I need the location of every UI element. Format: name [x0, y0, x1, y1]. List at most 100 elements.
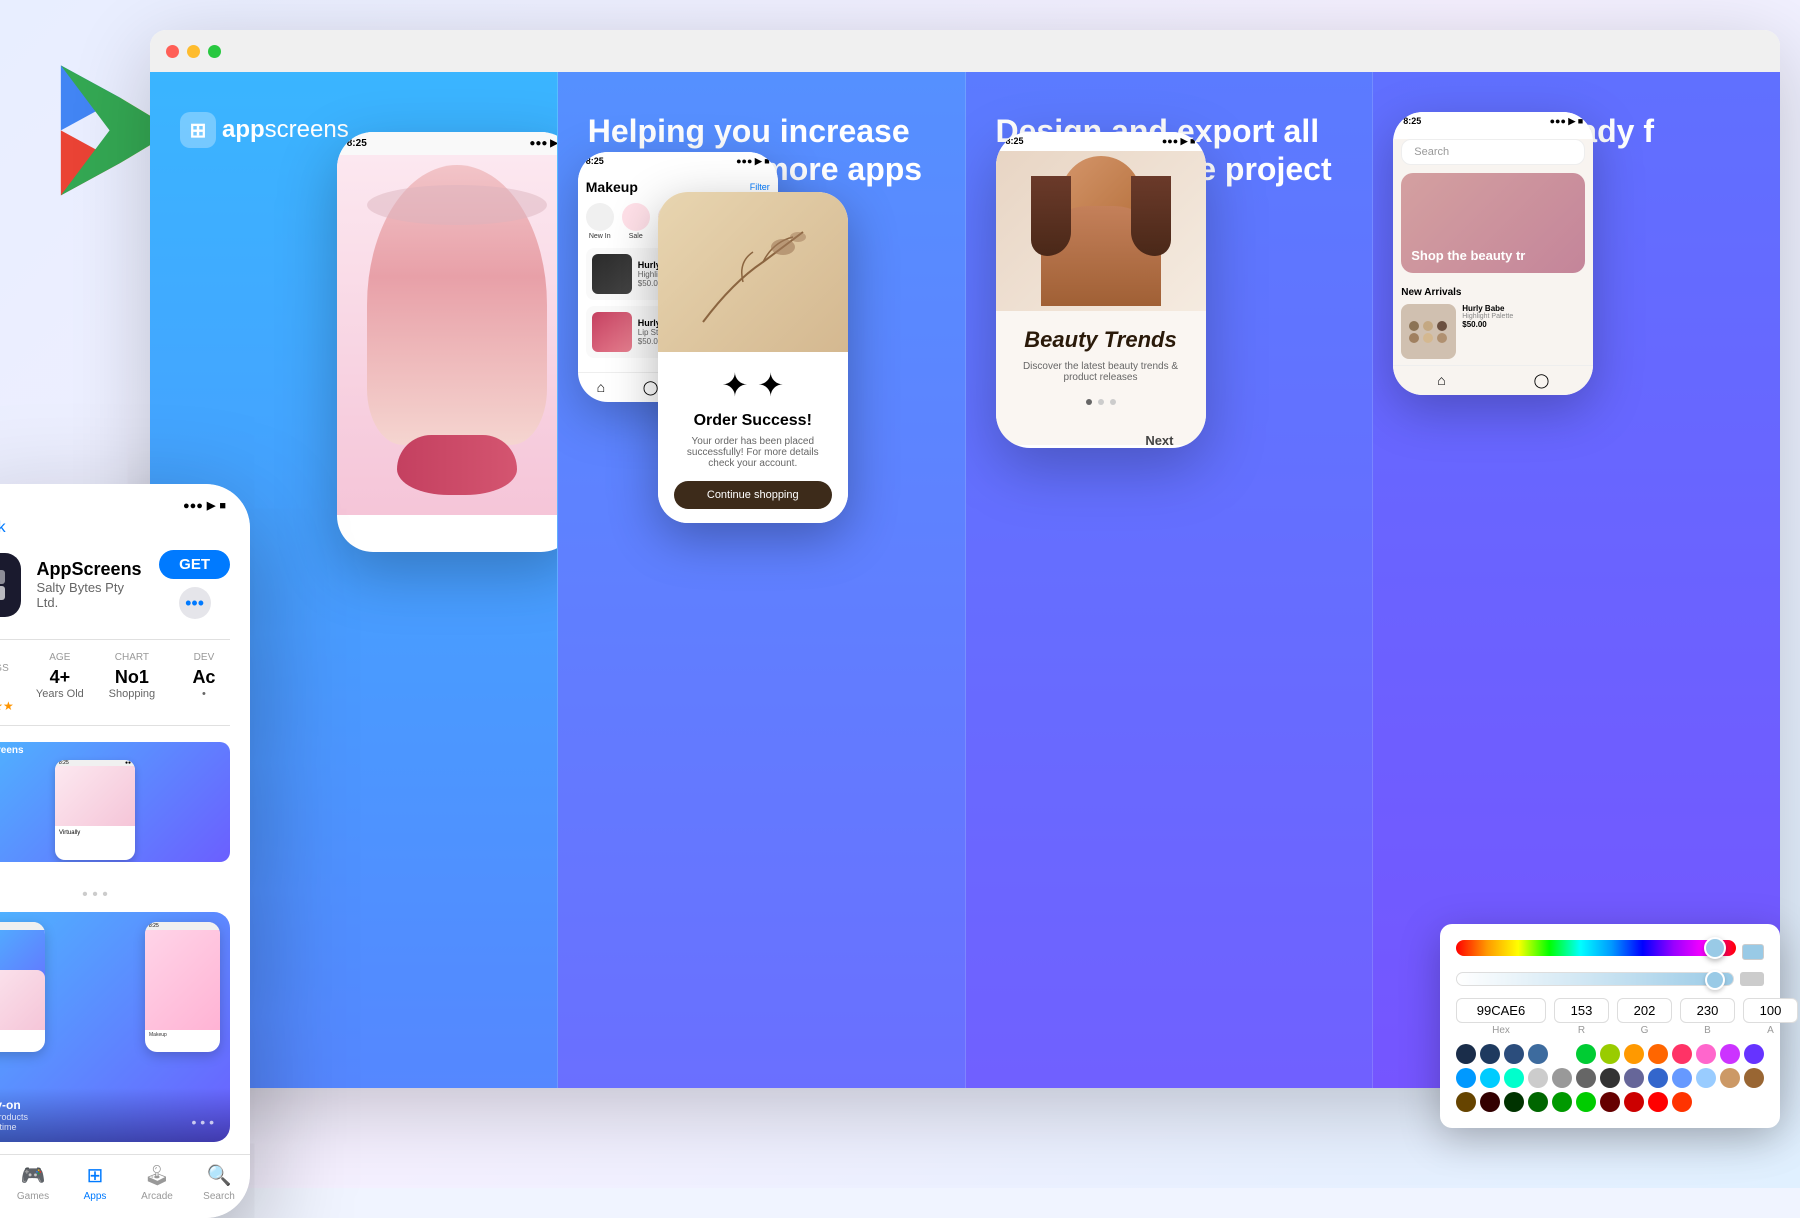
color-swatch-11[interactable] — [1720, 1044, 1740, 1064]
color-swatch-1[interactable] — [1480, 1044, 1500, 1064]
dev-item: DEV Ac • — [178, 652, 230, 713]
dot-2 — [1098, 399, 1104, 405]
g-input[interactable] — [1617, 998, 1672, 1023]
color-swatch-18[interactable] — [1576, 1068, 1596, 1088]
color-swatch-22[interactable] — [1672, 1068, 1692, 1088]
browser-minimize-dot[interactable] — [187, 45, 200, 58]
shop-phone-time: 8:25 — [1403, 116, 1421, 127]
tab-arcade[interactable]: 🕹 Arcade — [126, 1163, 188, 1202]
a-label: A — [1767, 1025, 1774, 1036]
virtually-tryon-section: 8:25 Virtually 8:25 Makeup y Try-on best… — [0, 912, 230, 1142]
chart-value: No1 — [106, 667, 158, 688]
iphone-appstore-mockup: 9:41 ●●● ▶ ■ ‹ Back — [0, 484, 250, 1218]
b-input[interactable] — [1680, 998, 1735, 1023]
success-icon: ✦ ✦ — [674, 366, 832, 404]
color-swatch-25[interactable] — [1744, 1068, 1764, 1088]
shop-product-name: Highlight Palette — [1462, 313, 1513, 320]
age-item: AGE 4+ Years Old — [34, 652, 86, 713]
browser-maximize-dot[interactable] — [208, 45, 221, 58]
r-input-group: R — [1554, 998, 1609, 1036]
g-label: G — [1641, 1025, 1649, 1036]
shop-hero-text: Shop the beauty tr — [1411, 248, 1525, 263]
screenshot-1: appscreens 8:25●● Virtually — [0, 742, 230, 862]
a-input[interactable] — [1743, 998, 1798, 1023]
color-swatch-0[interactable] — [1456, 1044, 1476, 1064]
color-swatch-35[interactable] — [1672, 1092, 1692, 1112]
tab-apps[interactable]: ⊞ Apps — [64, 1163, 126, 1202]
color-preview — [1742, 944, 1764, 960]
success-title: Order Success! — [674, 412, 832, 430]
chart-item: CHART No1 Shopping — [106, 652, 158, 713]
hex-input[interactable] — [1456, 998, 1546, 1023]
browser-titlebar — [150, 30, 1780, 72]
banner-col-2: Helping you increase ASO & sell more app… — [558, 72, 966, 1088]
color-swatch-13[interactable] — [1456, 1068, 1476, 1088]
b-input-group: B — [1680, 998, 1735, 1036]
color-swatch-14[interactable] — [1480, 1068, 1500, 1088]
color-spectrum[interactable] — [1456, 940, 1736, 956]
continue-shopping-button[interactable]: Continue shopping — [674, 481, 832, 509]
color-swatch-27[interactable] — [1480, 1092, 1500, 1112]
color-swatch-3[interactable] — [1528, 1044, 1548, 1064]
banner-col-3: Design and export all devices in one pro… — [966, 72, 1374, 1088]
color-swatch-34[interactable] — [1648, 1092, 1668, 1112]
color-swatch-12[interactable] — [1744, 1044, 1764, 1064]
color-swatch-23[interactable] — [1696, 1068, 1716, 1088]
color-swatch-30[interactable] — [1552, 1092, 1572, 1112]
beauty-heading: Beauty Trends — [1012, 327, 1190, 353]
stars: ★★★★★ — [0, 699, 14, 713]
shop-search[interactable]: Search — [1401, 139, 1585, 165]
color-swatch-9[interactable] — [1672, 1044, 1692, 1064]
beauty-subtext: Discover the latest beauty trends & prod… — [1012, 361, 1190, 383]
new-arrivals-label: New Arrivals — [1393, 281, 1593, 304]
color-swatch-32[interactable] — [1600, 1092, 1620, 1112]
hex-label: Hex — [1492, 1025, 1510, 1036]
success-text: Your order has been placed successfully!… — [674, 436, 832, 469]
phone-col1-mockup: 8:25 ●●● ▶ ■ — [337, 132, 558, 552]
color-swatch-2[interactable] — [1504, 1044, 1524, 1064]
age-sub: Years Old — [34, 688, 86, 700]
back-label: Back — [0, 519, 6, 537]
order-success-phone: ✦ ✦ Order Success! Your order has been p… — [658, 192, 848, 523]
color-swatch-31[interactable] — [1576, 1092, 1596, 1112]
chart-label: CHART — [106, 652, 158, 663]
color-swatch-28[interactable] — [1504, 1092, 1524, 1112]
browser-close-dot[interactable] — [166, 45, 179, 58]
phone-col1-time: 8:25 — [347, 138, 367, 149]
color-swatch-19[interactable] — [1600, 1068, 1620, 1088]
r-label: R — [1578, 1025, 1585, 1036]
shop-product-brand: Hurly Babe — [1462, 304, 1513, 313]
tab-games[interactable]: 🎮 Games — [2, 1163, 64, 1202]
ratings-row: 100 RATINGS 5.0 ★★★★★ AGE 4+ Years Old C… — [0, 639, 230, 726]
color-swatch-16[interactable] — [1528, 1068, 1548, 1088]
opacity-slider[interactable] — [1456, 972, 1734, 986]
age-label: AGE — [34, 652, 86, 663]
next-button[interactable]: Next — [1145, 433, 1173, 448]
opacity-thumb[interactable] — [1705, 970, 1725, 990]
color-swatch-26[interactable] — [1456, 1092, 1476, 1112]
cat-newin: New In — [589, 233, 611, 240]
color-swatch-6[interactable] — [1600, 1044, 1620, 1064]
screenshots-row: appscreens 8:25●● Virtually 8:25●● — [0, 742, 230, 870]
get-button[interactable]: GET — [159, 550, 230, 579]
makeup-time: 8:25 — [586, 156, 604, 167]
color-swatch-7[interactable] — [1624, 1044, 1644, 1064]
back-button[interactable]: ‹ Back — [0, 517, 230, 538]
more-button[interactable]: ••• — [179, 587, 211, 619]
color-swatch-4[interactable] — [1552, 1044, 1572, 1064]
color-swatch-33[interactable] — [1624, 1092, 1644, 1112]
color-swatch-24[interactable] — [1720, 1068, 1740, 1088]
color-swatch-29[interactable] — [1528, 1092, 1548, 1112]
color-spectrum-thumb[interactable] — [1704, 937, 1726, 959]
virtually-label: y Try-on — [0, 1098, 216, 1112]
color-swatch-10[interactable] — [1696, 1044, 1716, 1064]
color-swatch-17[interactable] — [1552, 1068, 1572, 1088]
r-input[interactable] — [1554, 998, 1609, 1023]
color-swatch-5[interactable] — [1576, 1044, 1596, 1064]
color-swatch-20[interactable] — [1624, 1068, 1644, 1088]
color-swatch-8[interactable] — [1648, 1044, 1668, 1064]
color-swatch-15[interactable] — [1504, 1068, 1524, 1088]
a-input-group: A — [1743, 998, 1798, 1036]
tab-search[interactable]: 🔍 Search — [188, 1163, 250, 1202]
color-swatch-21[interactable] — [1648, 1068, 1668, 1088]
